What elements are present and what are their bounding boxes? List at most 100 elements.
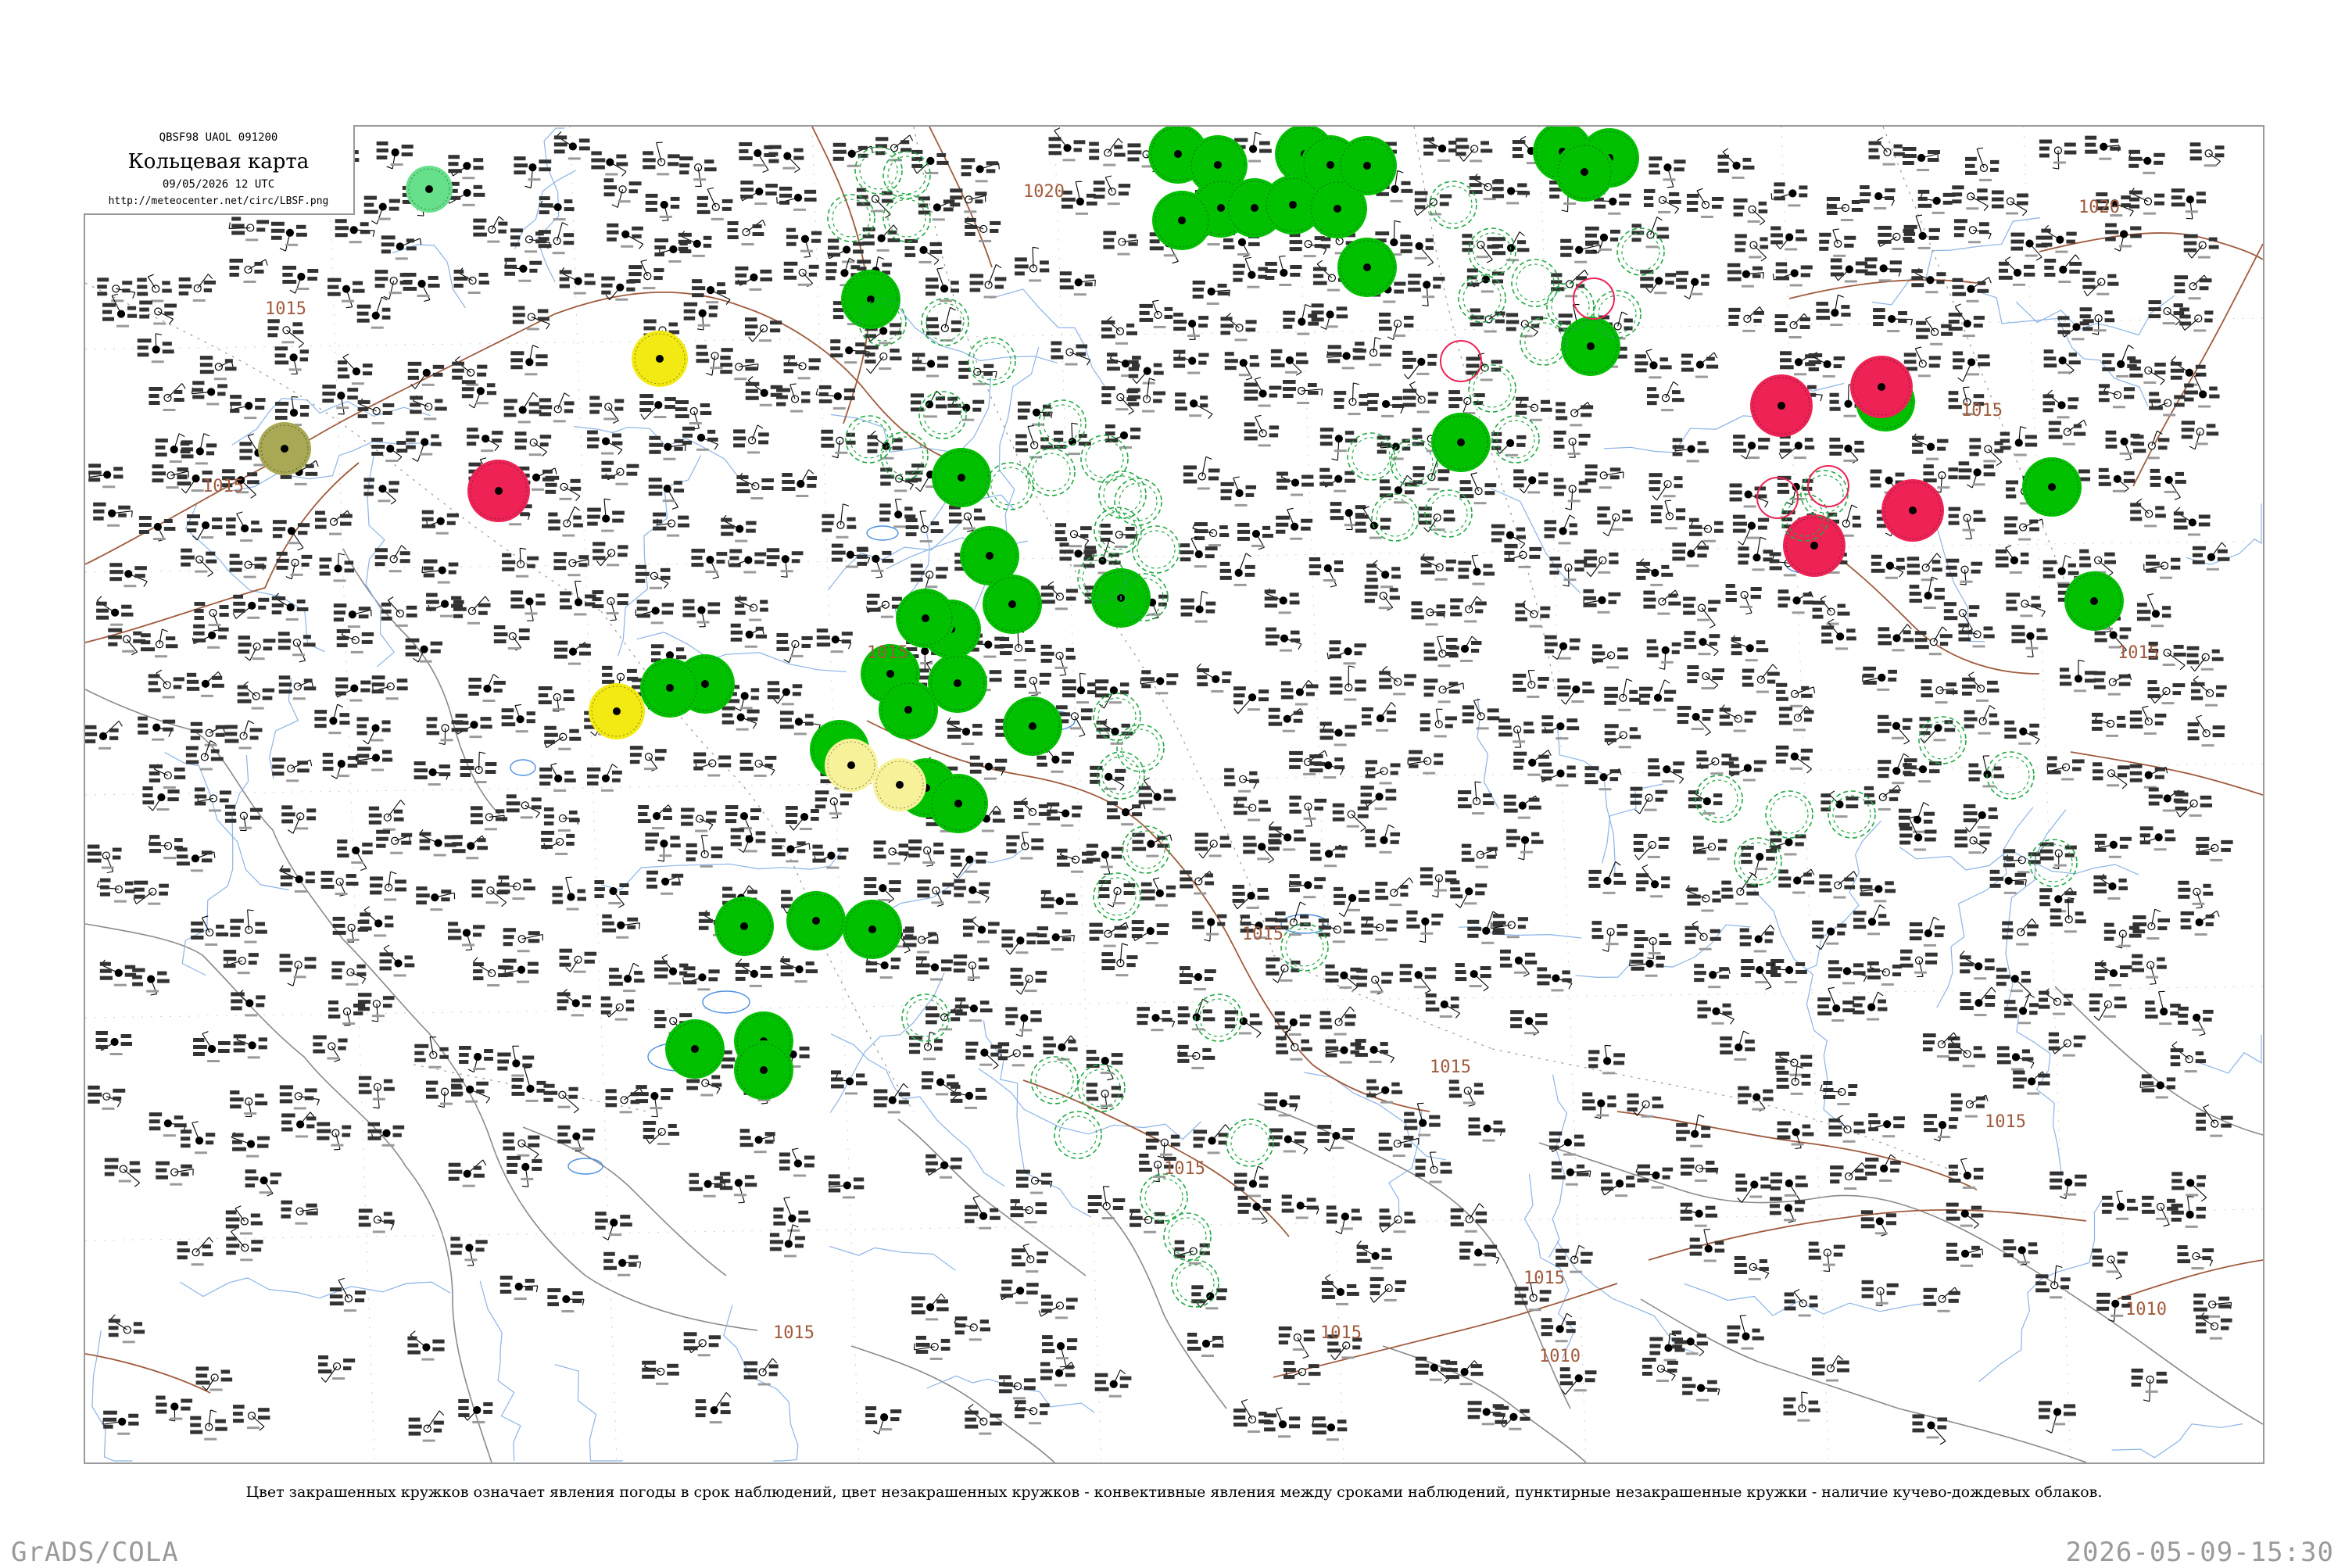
plot-value-mark <box>1734 213 1743 217</box>
plot-value-mark <box>1770 566 1782 570</box>
station-plot <box>2039 140 2076 170</box>
plot-value-mark <box>548 527 560 531</box>
plot-value-mark <box>1394 290 1404 294</box>
plot-value-mark <box>1984 634 1995 638</box>
station-plot <box>1221 313 1257 342</box>
station-name-mark <box>1481 290 1494 292</box>
station-name-mark <box>1055 667 1068 669</box>
plot-value-mark <box>273 527 285 531</box>
plot-value-mark <box>2193 560 2205 564</box>
plot-value-mark <box>1918 204 1932 208</box>
plot-value-mark <box>801 392 810 396</box>
wind-barb <box>1373 560 1377 564</box>
plot-value-mark <box>1485 483 1497 487</box>
plot-value-mark <box>1584 550 1596 553</box>
wind-barb <box>1327 351 1328 357</box>
station-circle <box>1666 513 1673 520</box>
station-name-mark <box>244 417 256 419</box>
station-plot <box>1585 464 1624 489</box>
plot-value-mark <box>1949 398 1958 402</box>
plot-value-mark <box>618 545 628 549</box>
station-name-mark <box>1115 342 1128 345</box>
plot-value-mark <box>833 150 847 154</box>
wind-barb <box>871 431 875 435</box>
plot-value-mark <box>579 652 591 656</box>
plot-value-mark <box>1049 144 1062 148</box>
plot-value-mark <box>2209 387 2218 391</box>
plot-value-mark <box>300 349 309 353</box>
plot-value-mark <box>1910 592 1921 596</box>
plot-value-mark <box>1649 480 1661 484</box>
plot-value-mark <box>1412 435 1423 439</box>
wind-barb <box>251 495 256 499</box>
wind-barb <box>1471 473 1477 474</box>
plot-value-mark <box>2149 399 2161 403</box>
plot-value-mark <box>1321 237 1331 241</box>
plot-value-mark <box>950 195 962 199</box>
station-name-mark <box>155 655 167 657</box>
plot-value-mark <box>498 230 507 234</box>
station-plot <box>1869 138 1905 166</box>
plot-value-mark <box>1959 468 1972 472</box>
plot-value-mark <box>674 489 684 492</box>
plot-value-mark <box>2095 632 2106 635</box>
plot-value-mark <box>1198 353 1208 357</box>
plot-value-mark <box>452 376 463 380</box>
station-plot <box>1585 227 1620 253</box>
plot-value-mark <box>767 548 779 552</box>
station-plot <box>1672 541 1709 567</box>
plot-value-mark <box>452 369 464 373</box>
plot-value-mark <box>801 399 810 403</box>
plot-value-mark <box>492 439 502 442</box>
station-plot <box>453 596 491 625</box>
station-plot <box>192 381 227 405</box>
plot-value-mark <box>1672 542 1686 546</box>
station-name-mark <box>879 367 891 370</box>
plot-value-mark <box>1992 204 2004 208</box>
station-plot <box>1949 507 1986 539</box>
plot-value-mark <box>134 574 145 578</box>
plot-value-mark <box>1244 390 1258 394</box>
plot-value-mark <box>654 245 665 249</box>
station-plot <box>857 548 893 578</box>
plot-value-mark <box>2218 557 2230 561</box>
station-plot <box>1101 317 1137 345</box>
plot-value-mark <box>937 363 948 367</box>
wind-barb <box>910 135 913 141</box>
wind-barb <box>1172 261 1179 263</box>
station-plot <box>1959 623 1995 647</box>
plot-value-mark <box>1296 353 1307 356</box>
station-plot <box>1549 557 1587 586</box>
plot-value-mark <box>1218 292 1230 295</box>
plot-value-mark <box>510 351 524 355</box>
plot-value-mark <box>174 398 184 402</box>
plot-value-mark <box>406 431 419 435</box>
plot-value-mark <box>1805 438 1813 442</box>
plot-value-mark <box>1126 324 1134 328</box>
plot-value-mark <box>776 633 788 637</box>
plot-value-mark <box>632 227 643 231</box>
plot-value-mark <box>1366 578 1377 582</box>
plot-value-mark <box>204 288 212 292</box>
plot-value-mark <box>389 207 399 211</box>
wind-shaft <box>1060 656 1066 675</box>
plot-value-mark <box>1636 569 1649 573</box>
wind-barb <box>1761 257 1767 260</box>
station-name-mark <box>711 367 723 369</box>
station-circle <box>125 571 132 578</box>
plot-value-mark <box>1074 148 1082 152</box>
wind-barb <box>144 582 147 587</box>
plot-value-mark <box>1101 531 1113 535</box>
plot-value-mark <box>473 226 485 230</box>
plot-value-mark <box>1878 634 1891 638</box>
station-plot <box>315 510 353 535</box>
plot-value-mark <box>949 513 961 517</box>
plot-value-mark <box>1437 477 1448 481</box>
plot-value-mark <box>1549 195 1559 199</box>
plot-value-mark <box>560 270 572 274</box>
wind-shaft <box>148 277 156 288</box>
plot-value-mark <box>1827 204 1837 208</box>
wind-shaft <box>989 264 997 285</box>
plot-value-mark <box>2204 310 2213 314</box>
plot-value-mark <box>2006 487 2015 491</box>
